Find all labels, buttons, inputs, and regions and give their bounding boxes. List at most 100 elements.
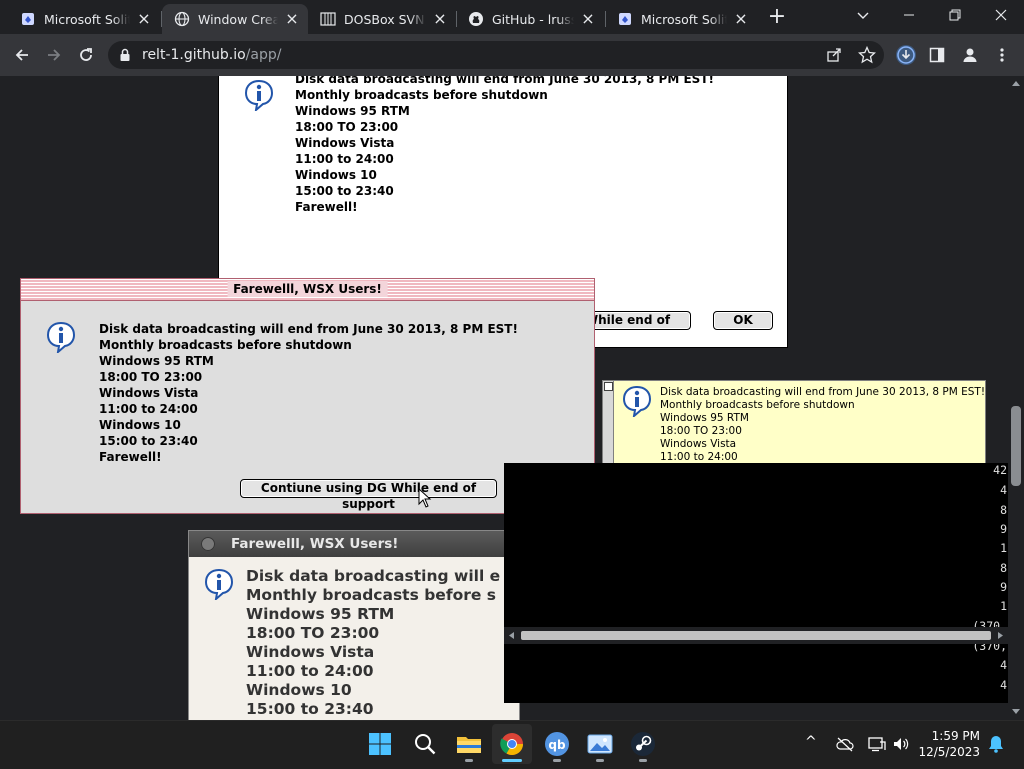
qbittorrent-icon: qb (545, 732, 569, 756)
message-line: Windows 95 RTM (660, 412, 749, 424)
steam-button[interactable] (623, 724, 663, 764)
message-line: 18:00 TO 23:00 (295, 120, 399, 134)
message-line: Disk data broadcasting will end from Jun… (660, 386, 986, 398)
tab-window-creator[interactable]: Window Creator × (162, 4, 308, 34)
close-tab-icon[interactable]: × (136, 11, 152, 27)
onedrive-icon[interactable] (836, 736, 854, 752)
terminal-line: 4 (1000, 678, 1007, 692)
url-text[interactable]: relt-1.github.io/app/ (142, 47, 281, 63)
side-panel-icon[interactable] (929, 47, 945, 67)
message-line: Windows 10 (246, 681, 352, 699)
scroll-up-icon[interactable] (1012, 80, 1020, 88)
running-indicator (553, 759, 561, 762)
terminal-line: 9 (1000, 580, 1007, 594)
message-line: 18:00 TO 23:00 (99, 370, 203, 384)
info-icon (204, 568, 234, 600)
tab-title: Microsoft Solitaire (641, 11, 727, 27)
terminal-line: 8 (1000, 503, 1007, 517)
running-indicator (596, 759, 604, 762)
close-tab-icon[interactable]: × (580, 11, 596, 27)
scroll-down-icon[interactable] (1012, 707, 1020, 715)
svg-text:qb: qb (548, 738, 566, 752)
close-box-icon[interactable] (604, 382, 613, 391)
tab-github-lrusso[interactable]: GitHub - lrusso × (456, 4, 604, 34)
chrome-button[interactable] (492, 724, 532, 764)
message-line: Monthly broadcasts before s (246, 586, 496, 604)
info-icon (622, 385, 652, 417)
qbittorrent-button[interactable]: qb (537, 724, 577, 764)
download-icon[interactable] (895, 44, 917, 70)
columns-icon (320, 11, 336, 27)
continue-button[interactable]: Contiune using DG While end of support (240, 479, 497, 511)
close-icon[interactable] (201, 537, 215, 551)
info-icon (46, 321, 76, 353)
horizontal-scrollbar[interactable] (504, 627, 1008, 644)
lock-icon[interactable] (119, 47, 131, 67)
reload-button[interactable] (72, 41, 100, 69)
photos-icon (587, 734, 613, 754)
info-icon (244, 79, 274, 111)
show-hidden-icons-button[interactable]: ^ (805, 734, 817, 750)
tab-microsoft-solitaire-2[interactable]: Microsoft Solitaire × (605, 4, 757, 34)
restore-button[interactable] (932, 0, 978, 30)
search-icon (415, 734, 436, 755)
tab-dosbox-svn[interactable]: DOSBox SVN, CPU × (308, 4, 456, 34)
close-tab-icon[interactable]: × (733, 11, 749, 27)
github-icon (468, 11, 484, 27)
profile-icon[interactable] (961, 46, 979, 68)
forward-button[interactable] (40, 41, 68, 69)
tab-title: Microsoft Solitaire (44, 11, 130, 27)
back-button[interactable] (8, 41, 36, 69)
close-tab-icon[interactable]: × (432, 11, 448, 27)
message-line: Disk data broadcasting will e (246, 567, 501, 585)
terminal-line: 4 (1000, 658, 1007, 672)
message-line: Disk data broadcasting will end from Jun… (99, 322, 518, 336)
message-line: Monthly broadcasts before shutdown (99, 338, 352, 352)
file-explorer-icon (457, 737, 481, 753)
vertical-scroll-thumb[interactable] (1011, 406, 1021, 486)
photos-button[interactable] (580, 724, 620, 764)
terminal-line: 42 (993, 463, 1007, 477)
message-line: Windows 10 (99, 418, 181, 432)
terminal-window[interactable]: 42 4 8 9 1 8 9 1 (370, (370, 4 4 (504, 463, 1008, 703)
solitaire-icon (20, 11, 36, 27)
running-indicator (465, 759, 473, 762)
close-tab-icon[interactable]: × (284, 11, 300, 27)
close-window-button[interactable] (978, 0, 1024, 30)
share-icon[interactable] (826, 47, 842, 67)
close-icon (995, 9, 1007, 21)
message-line: Windows 95 RTM (246, 605, 395, 623)
solitaire-icon (617, 11, 633, 27)
dialog-titlebar[interactable]: Farewelll, WSX Users! (189, 531, 519, 557)
vertical-scrollbar[interactable] (1008, 76, 1024, 720)
terminal-line: 4 (1000, 483, 1007, 497)
message-line: Windows Vista (99, 386, 199, 400)
ok-button[interactable]: OK (713, 311, 773, 330)
message-line: 18:00 TO 23:00 (660, 425, 742, 437)
start-button[interactable] (360, 724, 400, 764)
search-button[interactable] (405, 724, 445, 764)
tab-microsoft-solitaire-1[interactable]: Microsoft Solitaire × (8, 4, 160, 34)
tab-title: DOSBox SVN, CPU (344, 11, 426, 27)
volume-icon[interactable] (892, 736, 910, 752)
scroll-left-icon[interactable] (508, 631, 516, 640)
bookmark-star-icon[interactable] (857, 45, 877, 68)
message-line: Windows 95 RTM (295, 104, 410, 118)
menu-kebab-icon[interactable] (999, 47, 1005, 67)
url-host: relt-1.github.io (142, 47, 246, 63)
network-icon[interactable] (868, 736, 886, 752)
terminal-line: 8 (1000, 561, 1007, 575)
scroll-right-icon[interactable] (996, 631, 1004, 640)
message-line: 15:00 to 23:40 (99, 434, 198, 448)
dialog-titlebar[interactable]: Farewelll, WSX Users! (21, 279, 594, 301)
message-line: 15:00 to 23:40 (295, 184, 394, 198)
tab-search-button[interactable] (840, 0, 886, 30)
horizontal-scroll-thumb[interactable] (521, 631, 991, 640)
restore-icon (949, 9, 961, 21)
minimize-button[interactable] (886, 0, 932, 30)
new-tab-button[interactable]: + (764, 4, 790, 30)
chevron-down-icon (857, 12, 869, 19)
file-explorer-button[interactable] (449, 724, 489, 764)
taskbar-clock[interactable]: 1:59 PM 12/5/2023 (918, 728, 980, 760)
notification-bell-icon[interactable] (988, 735, 1004, 753)
